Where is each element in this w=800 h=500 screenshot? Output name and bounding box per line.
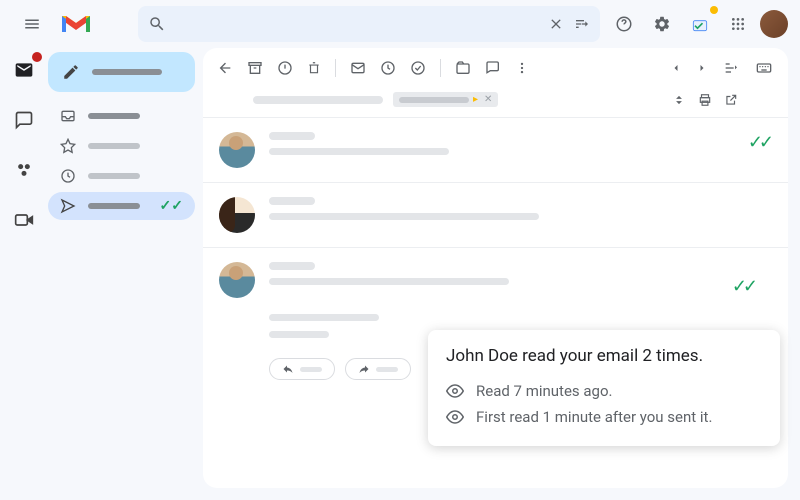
sender-avatar	[219, 132, 255, 168]
prev-button[interactable]	[670, 62, 682, 74]
nav-sent[interactable]: ✓✓	[48, 192, 195, 220]
pencil-icon	[62, 63, 80, 81]
rail-chat[interactable]	[8, 104, 40, 136]
sender-name-placeholder	[269, 262, 315, 270]
archive-button[interactable]	[247, 60, 263, 76]
search-bar[interactable]	[138, 6, 600, 42]
settings-button[interactable]	[646, 8, 678, 40]
mark-unread-button[interactable]	[350, 60, 366, 76]
search-options-icon[interactable]	[574, 16, 590, 32]
sender-name-placeholder	[269, 197, 315, 205]
extension-badge[interactable]	[684, 8, 716, 40]
eye-icon	[446, 382, 464, 400]
forward-button[interactable]	[345, 358, 411, 380]
read-receipt-popup: John Doe read your email 2 times. Read 7…	[428, 330, 780, 446]
read-receipt-icon[interactable]: ✓✓	[732, 276, 754, 297]
read-receipt-icon[interactable]: ✓✓	[748, 132, 770, 153]
label-chip[interactable]: ▸✕	[393, 92, 498, 107]
snooze-button[interactable]	[380, 60, 396, 76]
expand-toggle-icon[interactable]	[672, 93, 686, 107]
read-check-icon: ✓✓	[160, 198, 183, 214]
message-collapsed-1[interactable]: ✓✓	[203, 117, 788, 182]
rail-meet[interactable]	[8, 204, 40, 236]
main-menu-button[interactable]	[12, 4, 52, 44]
apps-button[interactable]	[722, 8, 754, 40]
rail-spaces[interactable]	[8, 154, 40, 186]
rail-mail[interactable]	[8, 54, 40, 86]
message-toolbar	[203, 48, 788, 88]
nav-starred[interactable]	[48, 132, 195, 160]
body-line-placeholder	[269, 314, 379, 321]
account-avatar[interactable]	[760, 10, 788, 38]
remove-label-icon[interactable]: ✕	[484, 94, 492, 105]
sender-avatar	[219, 262, 255, 298]
input-tools-button[interactable]	[722, 60, 740, 76]
recipient-placeholder	[269, 278, 509, 285]
gmail-logo	[60, 12, 92, 36]
add-task-button[interactable]	[410, 60, 426, 76]
back-button[interactable]	[217, 60, 233, 76]
more-button[interactable]	[515, 60, 529, 76]
open-new-window-button[interactable]	[724, 93, 738, 107]
spam-button[interactable]	[277, 60, 293, 76]
next-button[interactable]	[696, 62, 708, 74]
sender-name-placeholder	[269, 132, 315, 140]
notification-dot	[32, 52, 42, 62]
help-button[interactable]	[608, 8, 640, 40]
body-line-placeholder	[269, 331, 329, 338]
compose-button[interactable]	[48, 52, 195, 92]
subject-placeholder	[253, 96, 383, 104]
header	[0, 0, 800, 48]
folder-sidebar: ✓✓	[48, 48, 203, 500]
app-rail	[0, 48, 48, 500]
print-button[interactable]	[698, 93, 712, 107]
sender-avatar	[219, 197, 255, 233]
popup-first-read: First read 1 minute after you sent it.	[446, 404, 762, 430]
delete-button[interactable]	[307, 60, 321, 76]
compose-label-placeholder	[92, 69, 162, 75]
header-actions	[608, 8, 788, 40]
nav-snoozed[interactable]	[48, 162, 195, 190]
search-icon	[148, 15, 166, 33]
message-collapsed-2[interactable]	[203, 182, 788, 247]
reply-button[interactable]	[269, 358, 335, 380]
snippet-placeholder	[269, 148, 449, 155]
nav-inbox[interactable]	[48, 102, 195, 130]
popup-last-read: Read 7 minutes ago.	[446, 378, 762, 404]
star-icon	[60, 138, 76, 154]
sent-icon	[60, 198, 76, 214]
move-button[interactable]	[455, 60, 471, 76]
subject-row: ▸✕	[203, 88, 788, 117]
snippet-placeholder	[269, 213, 539, 220]
clock-icon	[60, 168, 76, 184]
label-button[interactable]	[485, 60, 501, 76]
popup-title: John Doe read your email 2 times.	[446, 346, 762, 366]
eye-icon	[446, 408, 464, 426]
clear-search-icon[interactable]	[548, 16, 564, 32]
keyboard-button[interactable]	[754, 60, 774, 76]
inbox-icon	[60, 108, 76, 124]
